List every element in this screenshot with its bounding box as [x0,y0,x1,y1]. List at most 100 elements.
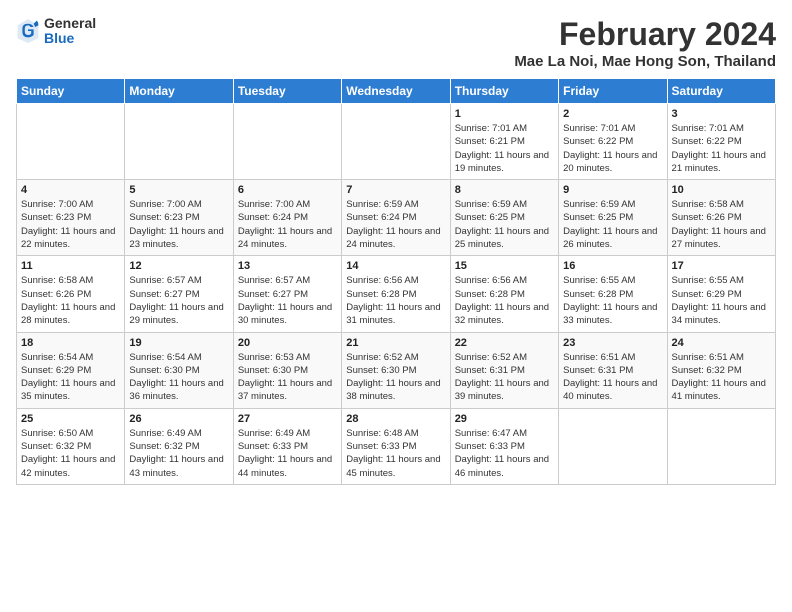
day-info: Sunrise: 7:00 AM Sunset: 6:23 PM Dayligh… [21,198,120,251]
calendar-cell: 10Sunrise: 6:58 AM Sunset: 6:26 PM Dayli… [667,180,775,256]
weekday-header-monday: Monday [125,79,233,104]
month-year-title: February 2024 [514,16,776,53]
day-info: Sunrise: 6:51 AM Sunset: 6:32 PM Dayligh… [672,351,771,404]
logo-general-text: General [44,16,96,31]
day-number: 29 [455,413,554,425]
day-info: Sunrise: 6:49 AM Sunset: 6:33 PM Dayligh… [238,427,337,480]
day-info: Sunrise: 6:58 AM Sunset: 6:26 PM Dayligh… [21,274,120,327]
day-number: 4 [21,184,120,196]
weekday-header-sunday: Sunday [17,79,125,104]
day-number: 9 [563,184,662,196]
day-number: 18 [21,337,120,349]
calendar-cell: 9 Sunrise: 6:59 AM Sunset: 6:25 PM Daylig… [559,180,667,256]
calendar-cell: 12 Sunrise: 6:57 AM Sunset: 6:27 PM Dayli… [125,256,233,332]
day-info: Sunrise: 6:51 AM Sunset: 6:31 PM Dayligh… [563,351,662,404]
day-info: Sunrise: 6:48 AM Sunset: 6:33 PM Dayligh… [346,427,445,480]
logo: General Blue [16,16,96,47]
calendar-cell [17,104,125,180]
day-info: Sunrise: 6:54 AM Sunset: 6:30 PM Dayligh… [129,351,228,404]
calendar-week-4: 18 Sunrise: 6:54 AM Sunset: 6:29 PM Dayli… [17,332,776,408]
day-number: 11 [21,260,120,272]
day-number: 14 [346,260,445,272]
calendar-cell: 13Sunrise: 6:57 AM Sunset: 6:27 PM Dayli… [233,256,341,332]
calendar-cell: 28 Sunrise: 6:48 AM Sunset: 6:33 PM Dayli… [342,408,450,484]
calendar-cell: 24Sunrise: 6:51 AM Sunset: 6:32 PM Dayli… [667,332,775,408]
weekday-header-row: SundayMondayTuesdayWednesdayThursdayFrid… [17,79,776,104]
day-number: 26 [129,413,228,425]
day-info: Sunrise: 6:49 AM Sunset: 6:32 PM Dayligh… [129,427,228,480]
calendar-cell [125,104,233,180]
day-info: Sunrise: 6:56 AM Sunset: 6:28 PM Dayligh… [346,274,445,327]
calendar-cell: 5Sunrise: 7:00 AM Sunset: 6:23 PM Daylig… [125,180,233,256]
day-number: 2 [563,108,662,120]
calendar-cell: 15Sunrise: 6:56 AM Sunset: 6:28 PM Dayli… [450,256,558,332]
calendar-week-3: 11 Sunrise: 6:58 AM Sunset: 6:26 PM Dayli… [17,256,776,332]
weekday-header-friday: Friday [559,79,667,104]
day-number: 16 [563,260,662,272]
day-number: 12 [129,260,228,272]
day-info: Sunrise: 6:52 AM Sunset: 6:30 PM Dayligh… [346,351,445,404]
day-number: 27 [238,413,337,425]
title-block: February 2024 Mae La Noi, Mae Hong Son, … [514,16,776,70]
calendar-cell: 20Sunrise: 6:53 AM Sunset: 6:30 PM Dayli… [233,332,341,408]
calendar-cell [667,408,775,484]
calendar-week-1: 1 Sunrise: 7:01 AM Sunset: 6:21 PM Daylig… [17,104,776,180]
day-info: Sunrise: 6:54 AM Sunset: 6:29 PM Dayligh… [21,351,120,404]
day-info: Sunrise: 7:01 AM Sunset: 6:22 PM Dayligh… [563,122,662,175]
calendar-cell: 29 Sunrise: 6:47 AM Sunset: 6:33 PM Dayli… [450,408,558,484]
calendar-cell: 2 Sunrise: 7:01 AM Sunset: 6:22 PM Daylig… [559,104,667,180]
day-info: Sunrise: 6:55 AM Sunset: 6:29 PM Dayligh… [672,274,771,327]
day-number: 3 [672,108,771,120]
day-number: 6 [238,184,337,196]
day-number: 25 [21,413,120,425]
day-number: 22 [455,337,554,349]
calendar-cell: 25 Sunrise: 6:50 AM Sunset: 6:32 PM Dayli… [17,408,125,484]
calendar-cell [233,104,341,180]
day-info: Sunrise: 6:55 AM Sunset: 6:28 PM Dayligh… [563,274,662,327]
day-info: Sunrise: 6:57 AM Sunset: 6:27 PM Dayligh… [129,274,228,327]
logo-text: General Blue [44,16,96,47]
logo-icon [16,17,40,45]
day-number: 19 [129,337,228,349]
day-info: Sunrise: 6:47 AM Sunset: 6:33 PM Dayligh… [455,427,554,480]
day-info: Sunrise: 7:00 AM Sunset: 6:24 PM Dayligh… [238,198,337,251]
calendar-cell: 23 Sunrise: 6:51 AM Sunset: 6:31 PM Dayli… [559,332,667,408]
calendar-cell [559,408,667,484]
day-info: Sunrise: 6:59 AM Sunset: 6:25 PM Dayligh… [455,198,554,251]
day-info: Sunrise: 6:59 AM Sunset: 6:24 PM Dayligh… [346,198,445,251]
calendar-cell: 16 Sunrise: 6:55 AM Sunset: 6:28 PM Dayli… [559,256,667,332]
day-number: 17 [672,260,771,272]
calendar-cell: 22Sunrise: 6:52 AM Sunset: 6:31 PM Dayli… [450,332,558,408]
calendar-cell: 19 Sunrise: 6:54 AM Sunset: 6:30 PM Dayli… [125,332,233,408]
calendar-cell: 14 Sunrise: 6:56 AM Sunset: 6:28 PM Dayli… [342,256,450,332]
calendar-cell: 8Sunrise: 6:59 AM Sunset: 6:25 PM Daylig… [450,180,558,256]
day-info: Sunrise: 6:59 AM Sunset: 6:25 PM Dayligh… [563,198,662,251]
logo-blue-text: Blue [44,31,96,46]
weekday-header-thursday: Thursday [450,79,558,104]
day-info: Sunrise: 6:58 AM Sunset: 6:26 PM Dayligh… [672,198,771,251]
day-number: 7 [346,184,445,196]
calendar-cell: 27 Sunrise: 6:49 AM Sunset: 6:33 PM Dayli… [233,408,341,484]
calendar-week-5: 25 Sunrise: 6:50 AM Sunset: 6:32 PM Dayli… [17,408,776,484]
day-number: 1 [455,108,554,120]
calendar-cell: 4 Sunrise: 7:00 AM Sunset: 6:23 PM Daylig… [17,180,125,256]
day-info: Sunrise: 7:01 AM Sunset: 6:21 PM Dayligh… [455,122,554,175]
day-number: 5 [129,184,228,196]
day-number: 23 [563,337,662,349]
calendar-cell: 18 Sunrise: 6:54 AM Sunset: 6:29 PM Dayli… [17,332,125,408]
calendar-cell: 11 Sunrise: 6:58 AM Sunset: 6:26 PM Dayli… [17,256,125,332]
calendar-cell: 26 Sunrise: 6:49 AM Sunset: 6:32 PM Dayli… [125,408,233,484]
day-number: 20 [238,337,337,349]
day-number: 28 [346,413,445,425]
page-header: General Blue February 2024 Mae La Noi, M… [16,16,776,70]
weekday-header-saturday: Saturday [667,79,775,104]
calendar-cell: 7 Sunrise: 6:59 AM Sunset: 6:24 PM Daylig… [342,180,450,256]
weekday-header-tuesday: Tuesday [233,79,341,104]
day-info: Sunrise: 6:56 AM Sunset: 6:28 PM Dayligh… [455,274,554,327]
location-subtitle: Mae La Noi, Mae Hong Son, Thailand [514,53,776,70]
calendar-week-2: 4 Sunrise: 7:00 AM Sunset: 6:23 PM Daylig… [17,180,776,256]
day-info: Sunrise: 6:50 AM Sunset: 6:32 PM Dayligh… [21,427,120,480]
calendar-cell: 6 Sunrise: 7:00 AM Sunset: 6:24 PM Daylig… [233,180,341,256]
calendar-cell: 3Sunrise: 7:01 AM Sunset: 6:22 PM Daylig… [667,104,775,180]
day-info: Sunrise: 6:57 AM Sunset: 6:27 PM Dayligh… [238,274,337,327]
